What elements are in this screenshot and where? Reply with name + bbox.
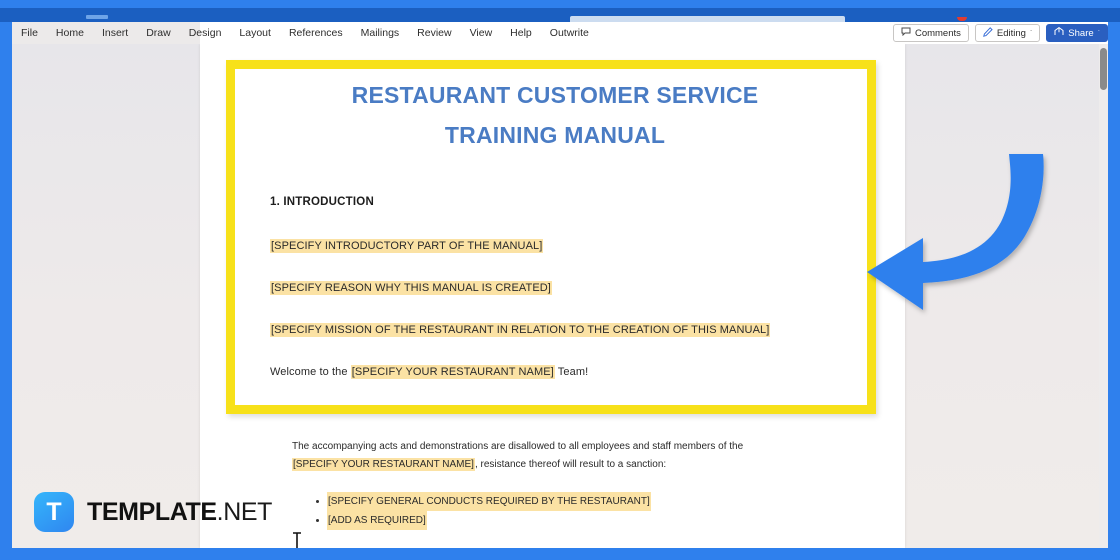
- placeholder-line-reason: [SPECIFY REASON WHY THIS MANUAL IS CREAT…: [270, 281, 552, 295]
- document-page[interactable]: RESTAURANT CUSTOMER SERVICE TRAINING MAN…: [200, 44, 905, 548]
- highlighted-placeholder: [ADD AS REQUIRED]: [327, 511, 427, 530]
- menu-item-review[interactable]: Review: [408, 22, 460, 44]
- menu-item-insert[interactable]: Insert: [93, 22, 137, 44]
- lower-paragraph-line-2: [SPECIFY YOUR RESTAURANT NAME], resistan…: [292, 456, 852, 474]
- highlighted-placeholder: [SPECIFY GENERAL CONDUCTS REQUIRED BY TH…: [327, 492, 651, 511]
- menu-item-home[interactable]: Home: [47, 22, 93, 44]
- chevron-down-icon: ˇ: [1097, 29, 1100, 37]
- lower-paragraph-line-1: The accompanying acts and demonstrations…: [292, 441, 744, 452]
- section-heading-introduction: 1. INTRODUCTION: [270, 196, 374, 208]
- menu-item-mailings[interactable]: Mailings: [352, 22, 409, 44]
- highlighted-placeholder: [SPECIFY REASON WHY THIS MANUAL IS CREAT…: [270, 281, 552, 295]
- highlighted-placeholder: [SPECIFY INTRODUCTORY PART OF THE MANUAL…: [270, 239, 544, 253]
- bullet-list: [SPECIFY GENERAL CONDUCTS REQUIRED BY TH…: [316, 492, 651, 530]
- close-icon[interactable]: [957, 17, 967, 21]
- menu-item-file[interactable]: File: [12, 22, 47, 44]
- list-item: [ADD AS REQUIRED]: [316, 511, 651, 530]
- pencil-icon: [982, 26, 993, 40]
- comment-bubble-icon: [901, 27, 911, 39]
- scrollbar-thumb[interactable]: [1100, 48, 1107, 90]
- menu-item-references[interactable]: References: [280, 22, 352, 44]
- lower-paragraph-suffix: , resistance thereof will result to a sa…: [474, 459, 667, 470]
- menu-bar-items: File Home Insert Draw Design Layout Refe…: [12, 22, 598, 44]
- highlighted-placeholder: [SPECIFY YOUR RESTAURANT NAME]: [350, 365, 555, 379]
- welcome-suffix: Team!: [554, 366, 589, 378]
- share-icon: [1054, 26, 1064, 39]
- lower-paragraph-block: The accompanying acts and demonstrations…: [292, 438, 852, 474]
- window-top-strip: [0, 0, 1120, 8]
- watermark-brand-bold: TEMPLATE: [87, 497, 217, 526]
- watermark-brand-light: .NET: [216, 497, 273, 526]
- welcome-prefix: Welcome to the: [270, 366, 351, 378]
- screenshot-frame: File Home Insert Draw Design Layout Refe…: [0, 0, 1120, 560]
- placeholder-line-mission: [SPECIFY MISSION OF THE RESTAURANT IN RE…: [270, 323, 771, 337]
- highlighted-placeholder: [SPECIFY MISSION OF THE RESTAURANT IN RE…: [270, 323, 771, 337]
- menu-item-draw[interactable]: Draw: [137, 22, 180, 44]
- placeholder-line-intro: [SPECIFY INTRODUCTORY PART OF THE MANUAL…: [270, 239, 544, 253]
- document-title-line-2: TRAINING MANUAL: [444, 121, 666, 148]
- welcome-line: Welcome to the [SPECIFY YOUR RESTAURANT …: [270, 365, 589, 379]
- menu-item-design[interactable]: Design: [180, 22, 231, 44]
- menu-item-outwrite[interactable]: Outwrite: [541, 22, 598, 44]
- ribbon-right-actions: Comments Editing ˇ Share ˇ: [892, 23, 1108, 43]
- document-workspace: RESTAURANT CUSTOMER SERVICE TRAINING MAN…: [12, 44, 1108, 548]
- chevron-down-icon: ˇ: [1029, 29, 1033, 37]
- window-titlebar: [0, 8, 1120, 27]
- editing-mode-button[interactable]: Editing ˇ: [974, 24, 1041, 42]
- template-net-watermark: T TEMPLATE.NET: [34, 492, 272, 532]
- menu-item-view[interactable]: View: [461, 22, 502, 44]
- template-logo-icon: T: [34, 492, 74, 532]
- share-button[interactable]: Share ˇ: [1046, 24, 1108, 42]
- menu-item-help[interactable]: Help: [501, 22, 541, 44]
- watermark-brand-text: TEMPLATE.NET: [87, 498, 272, 527]
- bullet-icon: [316, 519, 319, 522]
- document-title: RESTAURANT CUSTOMER SERVICE TRAINING MAN…: [260, 76, 850, 155]
- list-item: [SPECIFY GENERAL CONDUCTS REQUIRED BY TH…: [316, 492, 651, 511]
- highlighted-placeholder: [SPECIFY YOUR RESTAURANT NAME]: [292, 458, 475, 471]
- editing-button-label: Editing: [996, 27, 1026, 39]
- document-title-line-1: RESTAURANT CUSTOMER SERVICE: [351, 82, 759, 108]
- window-tab-indicator[interactable]: [86, 15, 108, 19]
- menu-item-layout[interactable]: Layout: [230, 22, 280, 44]
- bullet-icon: [316, 500, 319, 503]
- share-button-label: Share: [1068, 27, 1094, 39]
- vertical-scrollbar[interactable]: [1099, 44, 1108, 548]
- comments-button-label: Comments: [914, 27, 961, 39]
- comments-button[interactable]: Comments: [892, 24, 969, 42]
